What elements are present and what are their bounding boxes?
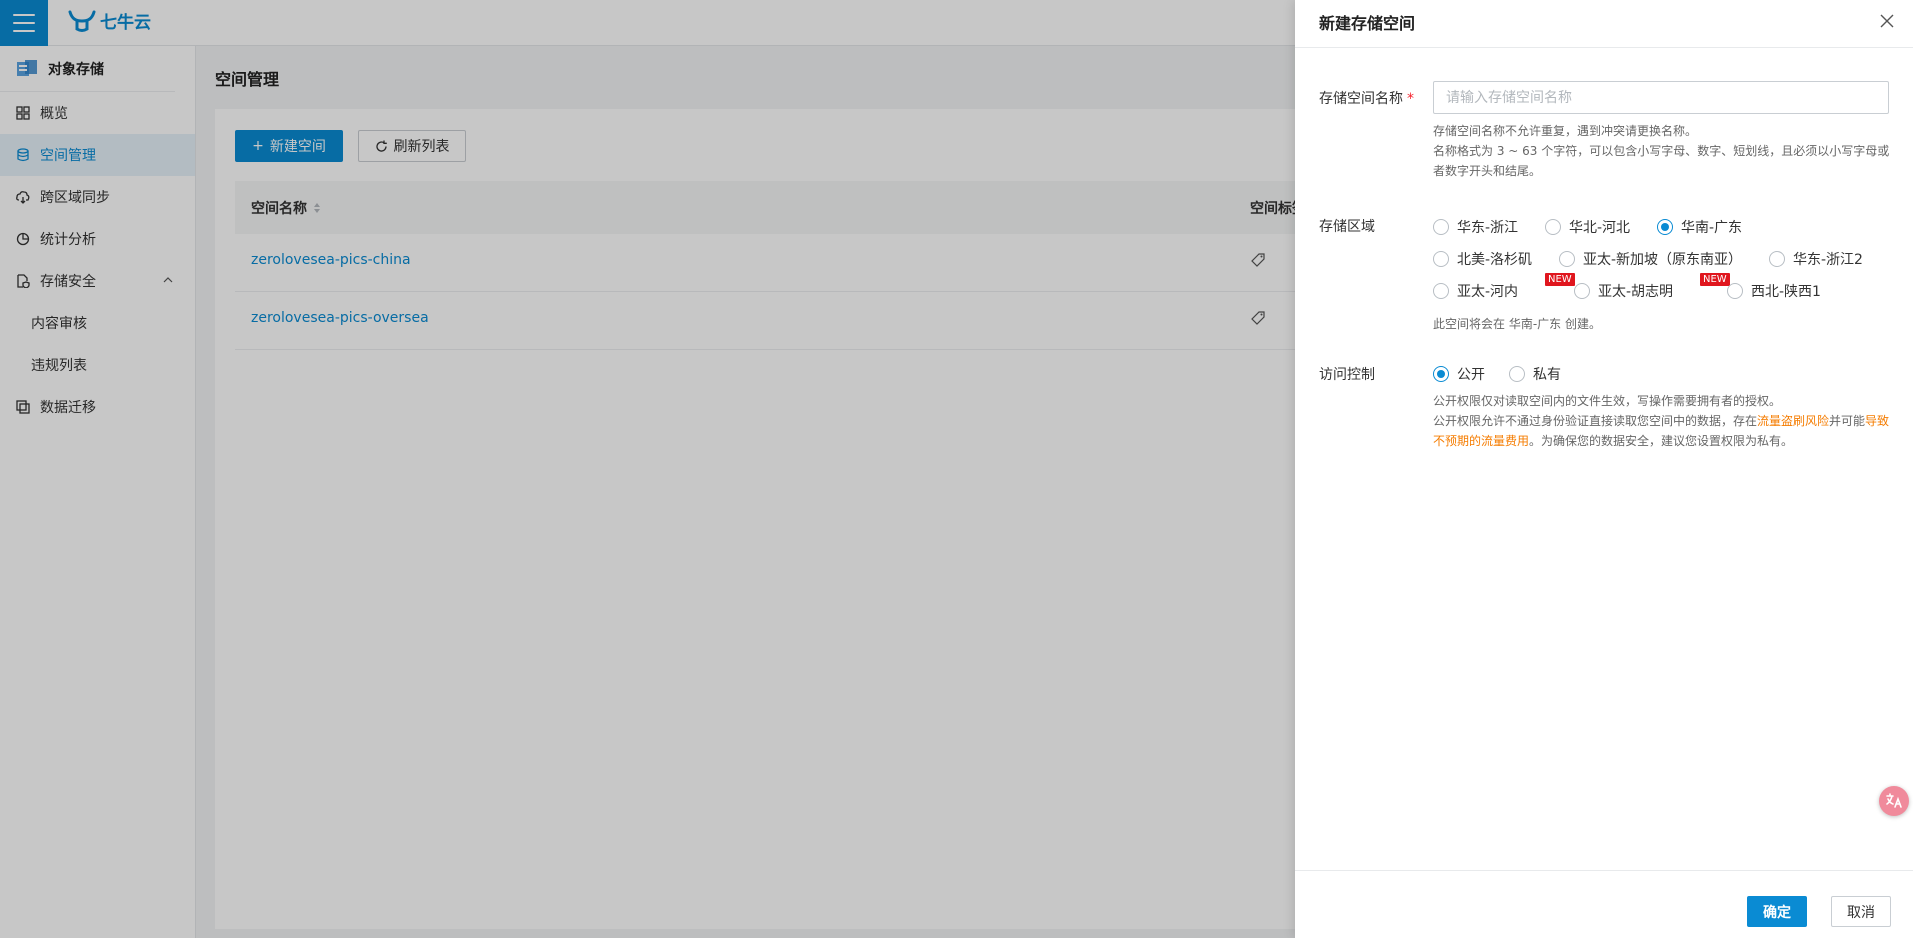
- region-radio-ap-singapore[interactable]: 亚太-新加坡（原东南亚）: [1559, 249, 1742, 269]
- required-mark: *: [1407, 91, 1414, 107]
- radio-label: 西北-陕西1: [1751, 284, 1821, 300]
- radio-circle-selected: [1433, 366, 1449, 382]
- access-help-line-2: 公开权限允许不通过身份验证直接读取您空间中的数据，存在流量盗刷风险并可能导致不预…: [1433, 411, 1893, 451]
- translate-widget-icon[interactable]: [1879, 786, 1909, 816]
- new-badge: NEW: [1545, 273, 1575, 286]
- drawer-title: 新建存储空间: [1319, 14, 1416, 33]
- radio-circle: [1509, 366, 1525, 382]
- bucket-name-help: 存储空间名称不允许重复，遇到冲突请更换名称。 名称格式为 3 ~ 63 个字符，…: [1433, 121, 1893, 181]
- region-radio-south-guangdong[interactable]: 华南-广东: [1657, 217, 1742, 237]
- region-radio-nw-shaanxi1[interactable]: 西北-陕西1: [1727, 281, 1821, 301]
- region-help-region: 华南-广东: [1508, 317, 1562, 331]
- bucket-name-label-text: 存储空间名称: [1319, 91, 1403, 107]
- confirm-button[interactable]: 确定: [1747, 896, 1807, 927]
- region-help: 此空间将会在 华南-广东 创建。: [1433, 314, 1893, 334]
- drawer-header: 新建存储空间: [1295, 0, 1913, 48]
- region-help-suffix: 创建。: [1565, 317, 1602, 331]
- radio-label: 亚太-河内: [1457, 284, 1519, 300]
- radio-label: 亚太-新加坡（原东南亚）: [1583, 252, 1743, 268]
- region-radio-ap-hanoi[interactable]: 亚太-河内 NEW: [1433, 273, 1575, 301]
- radio-label: 华东-浙江: [1457, 220, 1519, 236]
- access-control-label: 访问控制: [1319, 367, 1375, 383]
- radio-circle: [1769, 251, 1785, 267]
- bucket-name-input[interactable]: [1433, 81, 1889, 114]
- region-radio-north-hebei[interactable]: 华北-河北: [1545, 217, 1630, 237]
- create-bucket-drawer: 新建存储空间 存储空间名称* 存储空间名称不允许重复，遇到冲突请更换名称。 名称…: [1295, 0, 1913, 938]
- access-control-help: 公开权限仅对读取空间内的文件生效，写操作需要拥有者的授权。 公开权限允许不通过身…: [1433, 391, 1893, 451]
- radio-circle: [1727, 283, 1743, 299]
- radio-label: 华东-浙江2: [1793, 252, 1863, 268]
- radio-label: 亚太-胡志明: [1598, 284, 1674, 300]
- cancel-button[interactable]: 取消: [1831, 896, 1891, 927]
- radio-circle: [1433, 251, 1449, 267]
- translate-icon: [1886, 793, 1902, 808]
- close-icon[interactable]: [1879, 13, 1895, 29]
- radio-label: 公开: [1457, 367, 1485, 383]
- radio-circle: [1433, 283, 1449, 299]
- new-badge: NEW: [1700, 273, 1730, 286]
- bucket-name-help-line-1: 存储空间名称不允许重复，遇到冲突请更换名称。: [1433, 124, 1698, 138]
- radio-circle: [1433, 219, 1449, 235]
- radio-circle-selected: [1657, 219, 1673, 235]
- bucket-name-help-line-2: 名称格式为 3 ~ 63 个字符，可以包含小写字母、数字、短划线，且必须以小写字…: [1433, 144, 1890, 178]
- region-help-prefix: 此空间将会在: [1433, 317, 1506, 331]
- access-radio-private[interactable]: 私有: [1509, 364, 1561, 384]
- radio-label: 私有: [1533, 367, 1561, 383]
- access-help-text: 并可能: [1829, 414, 1866, 428]
- traffic-theft-risk-link[interactable]: 流量盗刷风险: [1757, 414, 1829, 428]
- region-label: 存储区域: [1319, 219, 1375, 235]
- radio-label: 华北-河北: [1569, 220, 1631, 236]
- region-radio-east-zhejiang2[interactable]: 华东-浙江2: [1769, 249, 1863, 269]
- radio-circle: [1545, 219, 1561, 235]
- access-radio-public[interactable]: 公开: [1433, 364, 1485, 384]
- radio-label: 华南-广东: [1681, 220, 1743, 236]
- drawer-footer: 确定 取消: [1295, 870, 1913, 938]
- radio-label: 北美-洛杉矶: [1457, 252, 1533, 268]
- bucket-name-label: 存储空间名称 *: [1319, 88, 1414, 108]
- region-radio-ap-ho-chi-minh[interactable]: 亚太-胡志明 NEW: [1574, 273, 1730, 301]
- radio-circle: [1559, 251, 1575, 267]
- radio-circle: [1574, 283, 1590, 299]
- access-help-line-1: 公开权限仅对读取空间内的文件生效，写操作需要拥有者的授权。: [1433, 394, 1782, 408]
- access-help-text: 公开权限允许不通过身份验证直接读取您空间中的数据，存在: [1433, 414, 1758, 428]
- region-radio-na-los-angeles[interactable]: 北美-洛杉矶: [1433, 249, 1532, 269]
- region-radio-east-zhejiang[interactable]: 华东-浙江: [1433, 217, 1518, 237]
- access-help-text: 。为确保您的数据安全，建议您设置权限为私有。: [1529, 434, 1794, 448]
